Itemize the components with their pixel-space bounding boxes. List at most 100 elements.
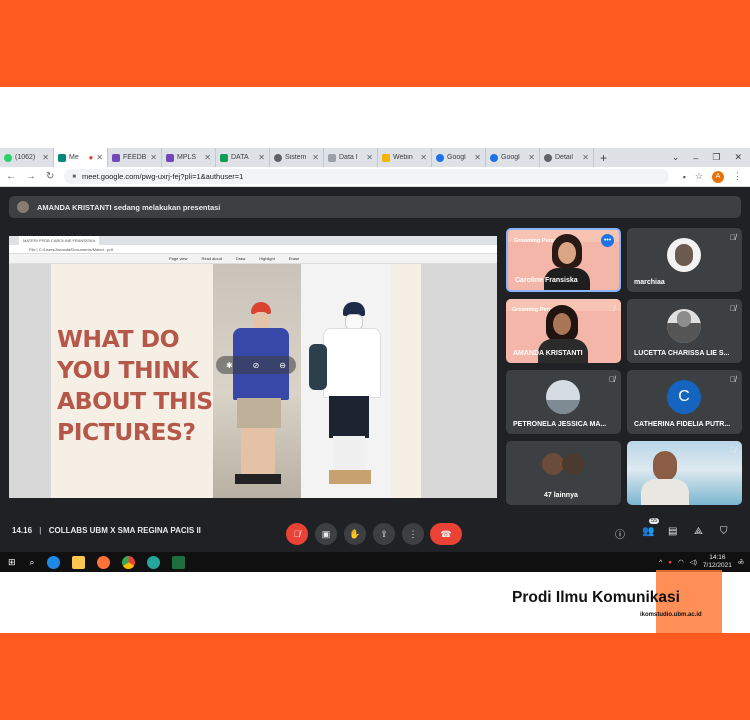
new-tab-button[interactable]: + bbox=[594, 151, 613, 165]
close-icon[interactable]: ✕ bbox=[258, 153, 265, 162]
brand-url: ikomstudio.ubm.ac.id bbox=[640, 612, 702, 618]
reload-icon[interactable]: ↻ bbox=[46, 171, 54, 182]
participant-avatar bbox=[667, 238, 701, 272]
excel-icon[interactable] bbox=[171, 555, 185, 569]
participant-name: marchiaa bbox=[634, 279, 665, 286]
search-icon[interactable]: ⌕ bbox=[30, 557, 35, 568]
browser-tab-active[interactable]: Me ● ✕ bbox=[54, 148, 108, 167]
person-legs bbox=[241, 428, 275, 478]
pdf-tool-item: Erase bbox=[288, 256, 300, 261]
participant-tile[interactable]: Grooming Personal 🎙̸ AMANDA KRISTANTI bbox=[506, 299, 621, 363]
file-explorer-icon[interactable] bbox=[71, 555, 85, 569]
activities-icon[interactable]: ⟁ bbox=[694, 526, 703, 537]
chrome-icon[interactable] bbox=[121, 555, 135, 569]
browser-tab[interactable]: MPLS ✕ bbox=[162, 148, 216, 167]
participant-tile[interactable]: 🎙̸ PETRONELA JESSICA MA... bbox=[506, 370, 621, 434]
remove-icon[interactable]: ⊖ bbox=[279, 361, 286, 370]
meet-icon bbox=[58, 153, 66, 162]
browser-tab[interactable]: Webin ✕ bbox=[378, 148, 432, 167]
taskbar-clock[interactable]: 14:16 7/12/2021 bbox=[703, 554, 732, 570]
participant-tile[interactable]: 🎙̸ bbox=[627, 441, 742, 505]
meeting-details-icon[interactable]: ⓘ bbox=[615, 526, 625, 541]
meeting-separator: | bbox=[39, 526, 42, 535]
back-icon[interactable]: ← bbox=[6, 171, 16, 182]
participant-name: Caroline Fransiska bbox=[515, 277, 578, 284]
address-bar[interactable]: ■ meet.google.com/pwg-uxrj-fej?pli=1&aut… bbox=[64, 169, 669, 184]
browser-tab[interactable]: Googl ✕ bbox=[432, 148, 486, 167]
pdf-address: File | C:/Users/Amanda/Documents/Materi.… bbox=[9, 245, 497, 254]
app-icon[interactable] bbox=[146, 555, 160, 569]
wifi-icon[interactable]: ◠ bbox=[678, 558, 684, 566]
profile-avatar[interactable]: A bbox=[712, 170, 724, 183]
more-options-button[interactable]: ⋮ bbox=[402, 523, 424, 545]
camera-toggle-button[interactable]: ▣ bbox=[315, 523, 337, 545]
meeting-title: COLLABS UBM X SMA REGINA PACIS II bbox=[48, 526, 201, 535]
close-icon[interactable]: ✕ bbox=[96, 153, 103, 162]
browser-tab[interactable]: (1062) ✕ bbox=[0, 148, 54, 167]
meet-bottom-bar: 14.16 | COLLABS UBM X SMA REGINA PACIS I… bbox=[0, 514, 750, 554]
close-icon[interactable]: ✕ bbox=[528, 153, 535, 162]
close-icon[interactable]: ✕ bbox=[366, 153, 373, 162]
people-icon[interactable]: 👥 bbox=[642, 526, 654, 537]
top-orange-band bbox=[0, 0, 750, 87]
browser-tab[interactable]: Detail ✕ bbox=[540, 148, 594, 167]
slide-question: WHAT DO YOU THINK ABOUT THIS PICTURES? bbox=[57, 325, 213, 446]
host-controls-icon[interactable]: ⛉ bbox=[720, 526, 728, 537]
close-icon[interactable]: ✕ bbox=[42, 153, 49, 162]
close-icon[interactable]: ✕ bbox=[582, 153, 589, 162]
pdf-tab-bar: MATERI PPDB CAROLINE FRANSISKA bbox=[9, 236, 497, 245]
browser-tab[interactable]: FEEDB ✕ bbox=[108, 148, 162, 167]
whatsapp-icon bbox=[4, 153, 12, 162]
mute-presenter-icon[interactable]: ⊘ bbox=[253, 361, 260, 370]
pdf-toolbar: Page view Read aloud Draw Highlight Eras… bbox=[9, 254, 497, 264]
browser-tab[interactable]: DATA ✕ bbox=[216, 148, 270, 167]
participant-tile[interactable]: 🎙̸ LUCETTA CHARISSA LIE S... bbox=[627, 299, 742, 363]
close-icon[interactable]: ✕ bbox=[150, 153, 157, 162]
minimize-icon[interactable]: – bbox=[693, 153, 698, 163]
tab-search-icon[interactable]: ⌄ bbox=[672, 152, 680, 163]
firefox-icon[interactable] bbox=[96, 555, 110, 569]
participant-tile[interactable]: 🎙̸ marchiaa bbox=[627, 228, 742, 292]
more-options-icon[interactable]: ••• bbox=[601, 234, 614, 247]
menu-dots-icon[interactable]: ⋮ bbox=[733, 171, 742, 182]
close-icon[interactable]: ✕ bbox=[474, 153, 481, 162]
participant-tile[interactable]: 🎙̸ C CATHERINA FIDELIA PUTR... bbox=[627, 370, 742, 434]
camera-indicator-icon[interactable]: ▪ bbox=[683, 172, 686, 182]
tray-arrow-icon[interactable]: ^ bbox=[659, 559, 662, 566]
person-pants bbox=[329, 396, 369, 438]
account-icon bbox=[490, 153, 498, 162]
chat-icon[interactable]: ▤ bbox=[668, 526, 677, 537]
close-icon[interactable]: ✕ bbox=[204, 153, 211, 162]
close-icon[interactable]: ✕ bbox=[312, 153, 319, 162]
browser-tab[interactable]: Googl ✕ bbox=[486, 148, 540, 167]
close-window-icon[interactable]: ✕ bbox=[734, 152, 742, 163]
pin-icon[interactable]: ✱ bbox=[226, 361, 233, 370]
account-icon bbox=[436, 153, 444, 162]
raise-hand-button[interactable]: ✋ bbox=[344, 523, 366, 545]
page-icon bbox=[328, 153, 336, 162]
slide-photo-right bbox=[301, 264, 391, 498]
windows-taskbar: ⊞ ⌕ ^ ● ◠ ◁) 14:16 7/12/2021 ▭ 2 bbox=[0, 552, 750, 572]
start-icon[interactable]: ⊞ bbox=[8, 557, 16, 568]
participant-tile[interactable]: Grooming Personal ••• Caroline Fransiska bbox=[506, 228, 621, 292]
bookmark-star-icon[interactable]: ☆ bbox=[695, 171, 703, 182]
browser-actions: ▪ ☆ A ⋮ bbox=[683, 170, 750, 183]
mic-muted-icon: 🎙̸ bbox=[730, 375, 736, 384]
tray-app-icon[interactable]: ● bbox=[668, 559, 672, 566]
browser-tab[interactable]: Data I ✕ bbox=[324, 148, 378, 167]
browser-tab[interactable]: Sistem ✕ bbox=[270, 148, 324, 167]
pdf-tool-item: Draw bbox=[235, 256, 246, 261]
participant-name: PETRONELA JESSICA MA... bbox=[513, 421, 607, 428]
forward-icon[interactable]: → bbox=[26, 171, 36, 182]
meeting-time: 14.16 bbox=[12, 526, 33, 535]
edge-icon[interactable] bbox=[46, 555, 60, 569]
close-icon[interactable]: ✕ bbox=[420, 153, 427, 162]
others-tile[interactable]: 47 lainnya bbox=[506, 441, 621, 505]
present-now-button[interactable]: ⇪ bbox=[373, 523, 395, 545]
mic-muted-icon: 🎙̸ bbox=[730, 233, 736, 242]
volume-icon[interactable]: ◁) bbox=[690, 558, 697, 566]
mic-toggle-button[interactable]: 🎙̸ bbox=[286, 523, 308, 545]
notification-icon[interactable]: ▭ 2 bbox=[738, 558, 744, 566]
restore-icon[interactable]: ❐ bbox=[712, 152, 720, 163]
end-call-button[interactable]: ☎ bbox=[430, 523, 462, 545]
